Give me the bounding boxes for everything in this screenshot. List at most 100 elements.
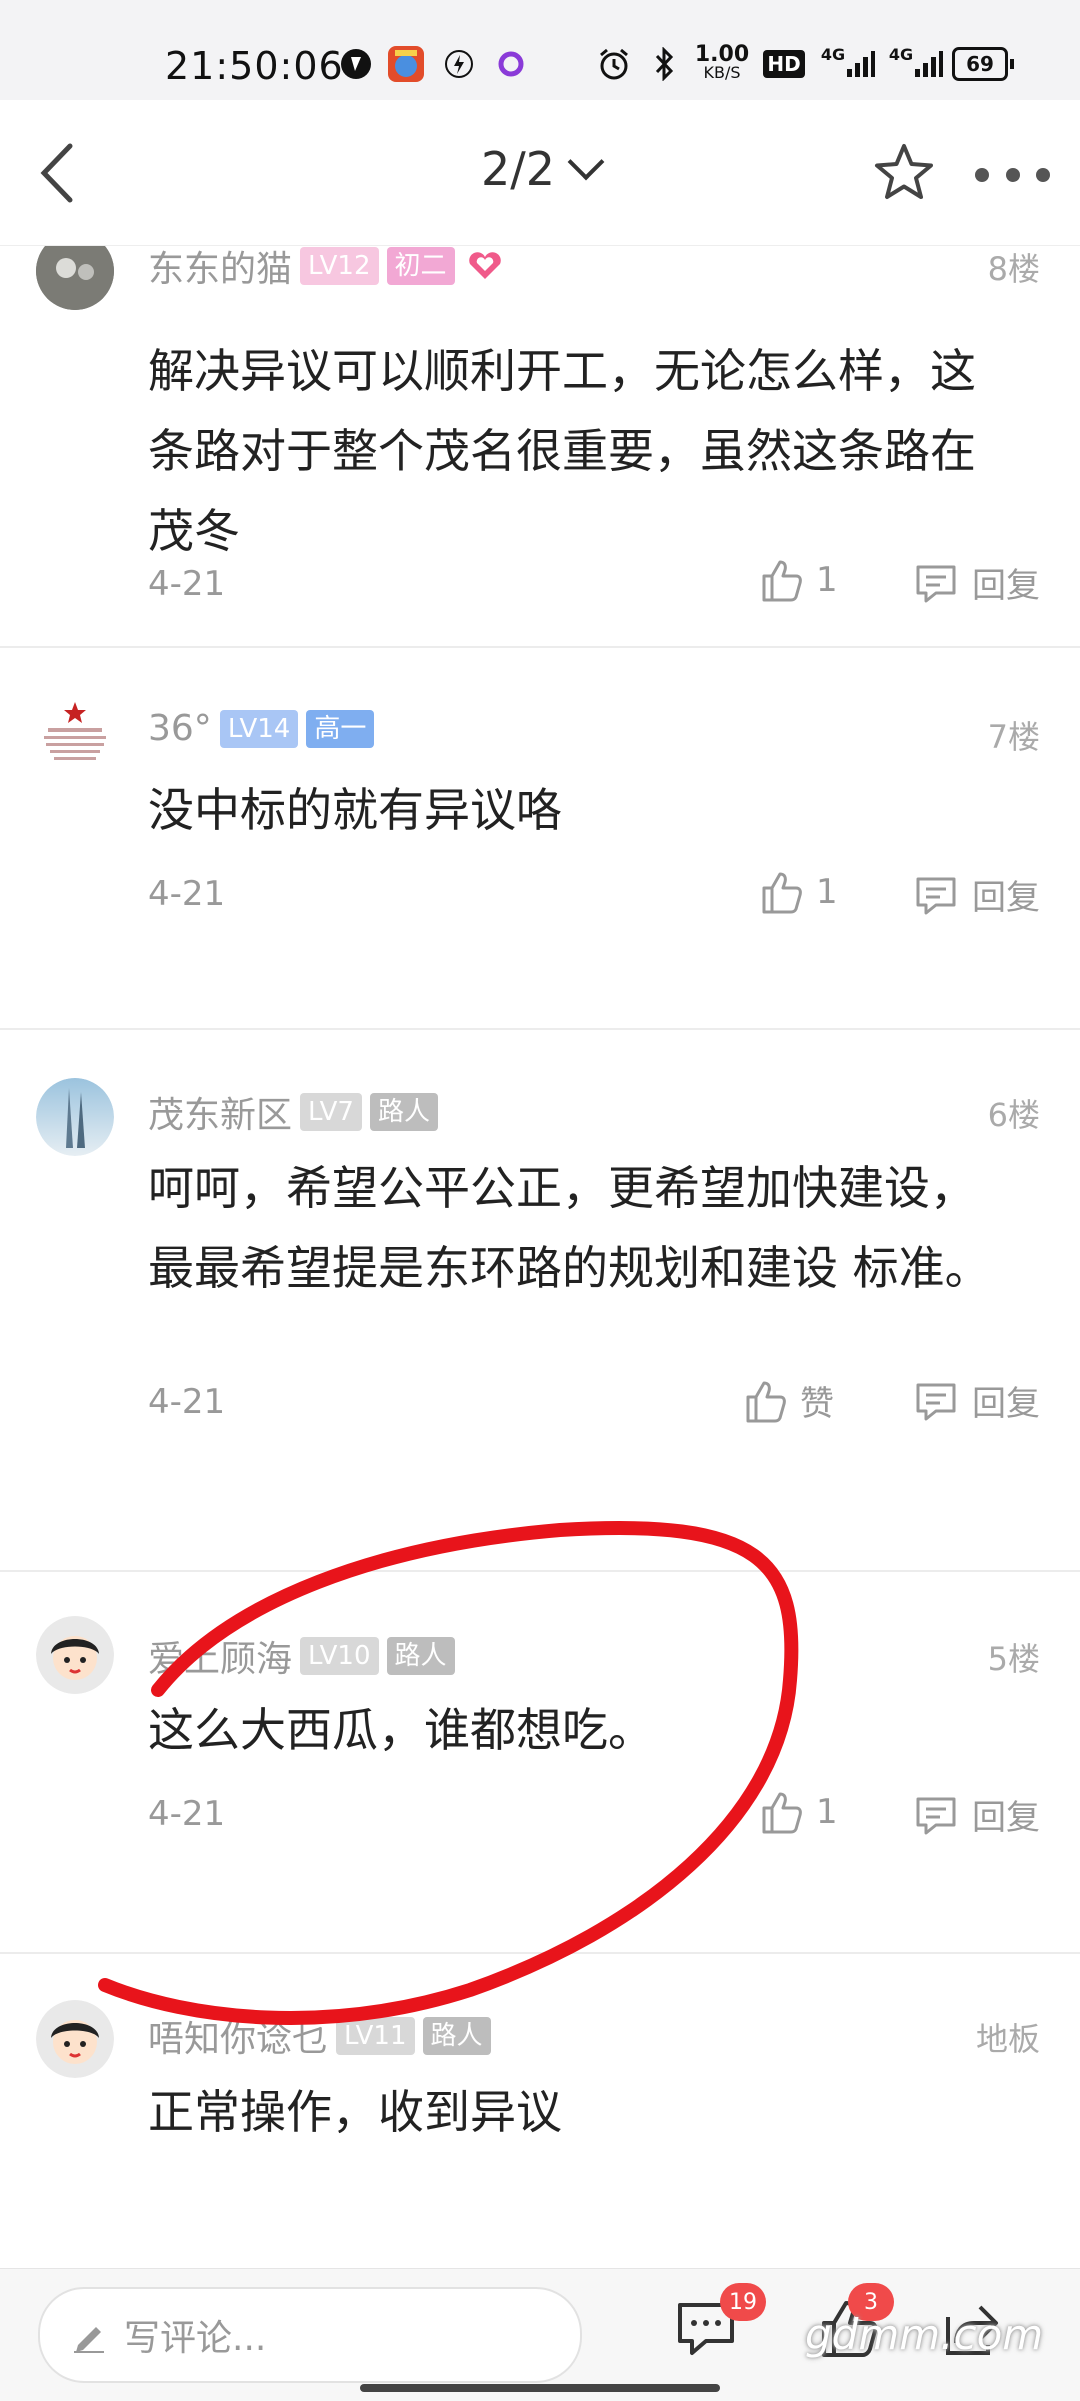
grade-tag: 路人 xyxy=(386,1637,455,1675)
like-button[interactable]: 1 xyxy=(760,558,838,602)
thumbs-up-icon xyxy=(762,1792,802,1834)
reply-button[interactable]: 回复 xyxy=(914,558,1040,607)
battery-level: 69 xyxy=(952,47,1008,81)
reply-date: 4-21 xyxy=(148,874,226,914)
comments-button[interactable]: 19 xyxy=(674,2283,766,2367)
username[interactable]: 爱上顾海 xyxy=(148,1630,292,1682)
comment-count-badge: 19 xyxy=(720,2283,766,2321)
reply-button[interactable]: 回复 xyxy=(914,1790,1040,1839)
status-time: 21:50:06 xyxy=(165,44,344,88)
page-indicator: 2/2 xyxy=(480,142,556,196)
reply-label: 回复 xyxy=(972,878,1040,918)
sim1-label: 4G xyxy=(820,44,846,64)
comment-bubble-icon xyxy=(916,877,956,914)
reply-date: 4-21 xyxy=(148,1794,226,1834)
signal-sim2-icon: 4G xyxy=(888,44,944,82)
floor-number: 地板 xyxy=(975,2020,1040,2058)
like-label: 赞 xyxy=(800,1384,834,1424)
comment-input[interactable]: 写评论... xyxy=(38,2287,582,2383)
star-icon[interactable] xyxy=(873,142,935,204)
username[interactable]: 唔知你谂乜 xyxy=(148,2010,328,2062)
floor-number: 8楼 xyxy=(987,250,1040,288)
reply-date: 4-21 xyxy=(148,1382,226,1422)
network-speed-value: 1.00 xyxy=(694,42,750,67)
floor-number: 7楼 xyxy=(987,718,1040,756)
level-badge: LV7 xyxy=(300,1093,362,1131)
thumbs-up-icon xyxy=(762,560,802,602)
thumbs-up-icon xyxy=(746,1381,786,1422)
reply-text: 这么大西瓜，谁都想吃。 xyxy=(148,1703,654,1757)
avatar[interactable] xyxy=(36,1078,114,1156)
home-indicator[interactable] xyxy=(360,2384,720,2392)
level-badge: LV10 xyxy=(300,1637,379,1675)
reply-item: 爱上顾海 LV10 路人 5楼 这么大西瓜，谁都想吃。 4-21 1 回复 xyxy=(0,1572,1080,1954)
grade-tag: 初二 xyxy=(386,247,455,285)
user-info: 唔知你谂乜 LV11 路人 xyxy=(148,2010,491,2062)
grade-tag: 路人 xyxy=(422,2017,491,2055)
floor-number: 6楼 xyxy=(987,1096,1040,1134)
user-info: 茂东新区 LV7 路人 xyxy=(148,1086,438,1138)
grade-tag: 高一 xyxy=(306,709,375,748)
network-speed-unit: KB/S xyxy=(703,63,741,82)
app-circle-icon xyxy=(496,46,526,82)
reply-button[interactable]: 回复 xyxy=(914,1376,1040,1425)
hd-icon: HD xyxy=(763,46,805,82)
user-info: 爱上顾海 LV10 路人 xyxy=(148,1630,455,1682)
user-info: 36° LV14 高一 xyxy=(148,708,375,749)
battery-icon: 69 xyxy=(952,46,1014,82)
reply-label: 回复 xyxy=(972,1798,1040,1838)
reply-button[interactable]: 回复 xyxy=(914,870,1040,919)
app-notification-icon xyxy=(338,46,374,82)
signal-sim1-icon: 4G xyxy=(820,44,876,82)
top-nav-bar: 2/2 xyxy=(0,100,1080,246)
reply-item: 36° LV14 高一 7楼 没中标的就有异议咯 4-21 1 回复 xyxy=(0,648,1080,1030)
comment-bubble-icon xyxy=(916,1383,956,1420)
username[interactable]: 36° xyxy=(148,708,212,749)
hd-label: HD xyxy=(763,50,805,78)
thumbs-up-icon xyxy=(762,872,802,914)
reply-item: 东东的猫 LV12 初二 8楼 解决异议可以顺利开工，无论怎么样，这条路对于整个… xyxy=(0,246,1080,648)
sim2-label: 4G xyxy=(888,44,914,64)
comment-bubble-icon xyxy=(916,1797,956,1834)
reply-text: 没中标的就有异议咯 xyxy=(148,783,562,837)
reply-list: 东东的猫 LV12 初二 8楼 解决异议可以顺利开工，无论怎么样，这条路对于整个… xyxy=(0,246,1080,2266)
like-button[interactable]: 1 xyxy=(760,1790,838,1834)
like-count: 1 xyxy=(816,1792,838,1832)
username[interactable]: 东东的猫 xyxy=(148,246,292,292)
bluetooth-vibrate-icon xyxy=(644,46,684,82)
avatar[interactable] xyxy=(36,246,114,310)
reply-text: 解决异议可以顺利开工，无论怎么样，这条路对于整个茂名很重要，虽然这条路在茂冬 xyxy=(148,344,976,558)
avatar[interactable] xyxy=(36,2000,114,2078)
avatar[interactable] xyxy=(36,1616,114,1694)
level-badge: LV12 xyxy=(300,247,379,285)
comment-bubble-icon xyxy=(916,565,956,602)
like-count: 1 xyxy=(816,872,838,912)
level-badge: LV14 xyxy=(219,709,299,748)
like-button[interactable]: 赞 xyxy=(744,1376,834,1425)
charging-bolt-icon xyxy=(442,46,476,82)
floor-number: 5楼 xyxy=(987,1640,1040,1678)
reply-label: 回复 xyxy=(972,566,1040,606)
grade-tag: 路人 xyxy=(369,1093,438,1131)
reply-label: 回复 xyxy=(972,1384,1040,1424)
reply-item: 茂东新区 LV7 路人 6楼 呵呵，希望公平公正，更希望加快建设，最最希望提是东… xyxy=(0,1030,1080,1572)
like-button[interactable]: 1 xyxy=(760,870,838,914)
pencil-icon xyxy=(74,2327,104,2353)
reply-text: 正常操作，收到异议 xyxy=(148,2085,562,2139)
app-logo-icon xyxy=(386,46,426,82)
like-count: 1 xyxy=(816,560,838,600)
avatar[interactable] xyxy=(36,698,114,776)
site-watermark: gdmm.com xyxy=(805,2310,1044,2359)
reply-date: 4-21 xyxy=(148,564,226,604)
comment-placeholder: 写评论... xyxy=(124,2318,267,2359)
username[interactable]: 茂东新区 xyxy=(148,1086,292,1138)
heart-badge-icon xyxy=(468,252,501,279)
reply-item: 唔知你谂乜 LV11 路人 地板 正常操作，收到异议 xyxy=(0,1954,1080,2266)
reply-text: 呵呵，希望公平公正，更希望加快建设，最最希望提是东环路的规划和建设 标准。 xyxy=(148,1161,991,1295)
alarm-icon xyxy=(596,46,632,82)
level-badge: LV11 xyxy=(336,2017,415,2055)
user-info: 东东的猫 LV12 初二 xyxy=(148,246,505,292)
status-bar: 21:50:06 1.00 KB/S HD 4G 4G 69 xyxy=(0,0,1080,100)
more-dots-icon[interactable] xyxy=(975,168,1050,182)
chevron-down-icon xyxy=(567,143,605,181)
